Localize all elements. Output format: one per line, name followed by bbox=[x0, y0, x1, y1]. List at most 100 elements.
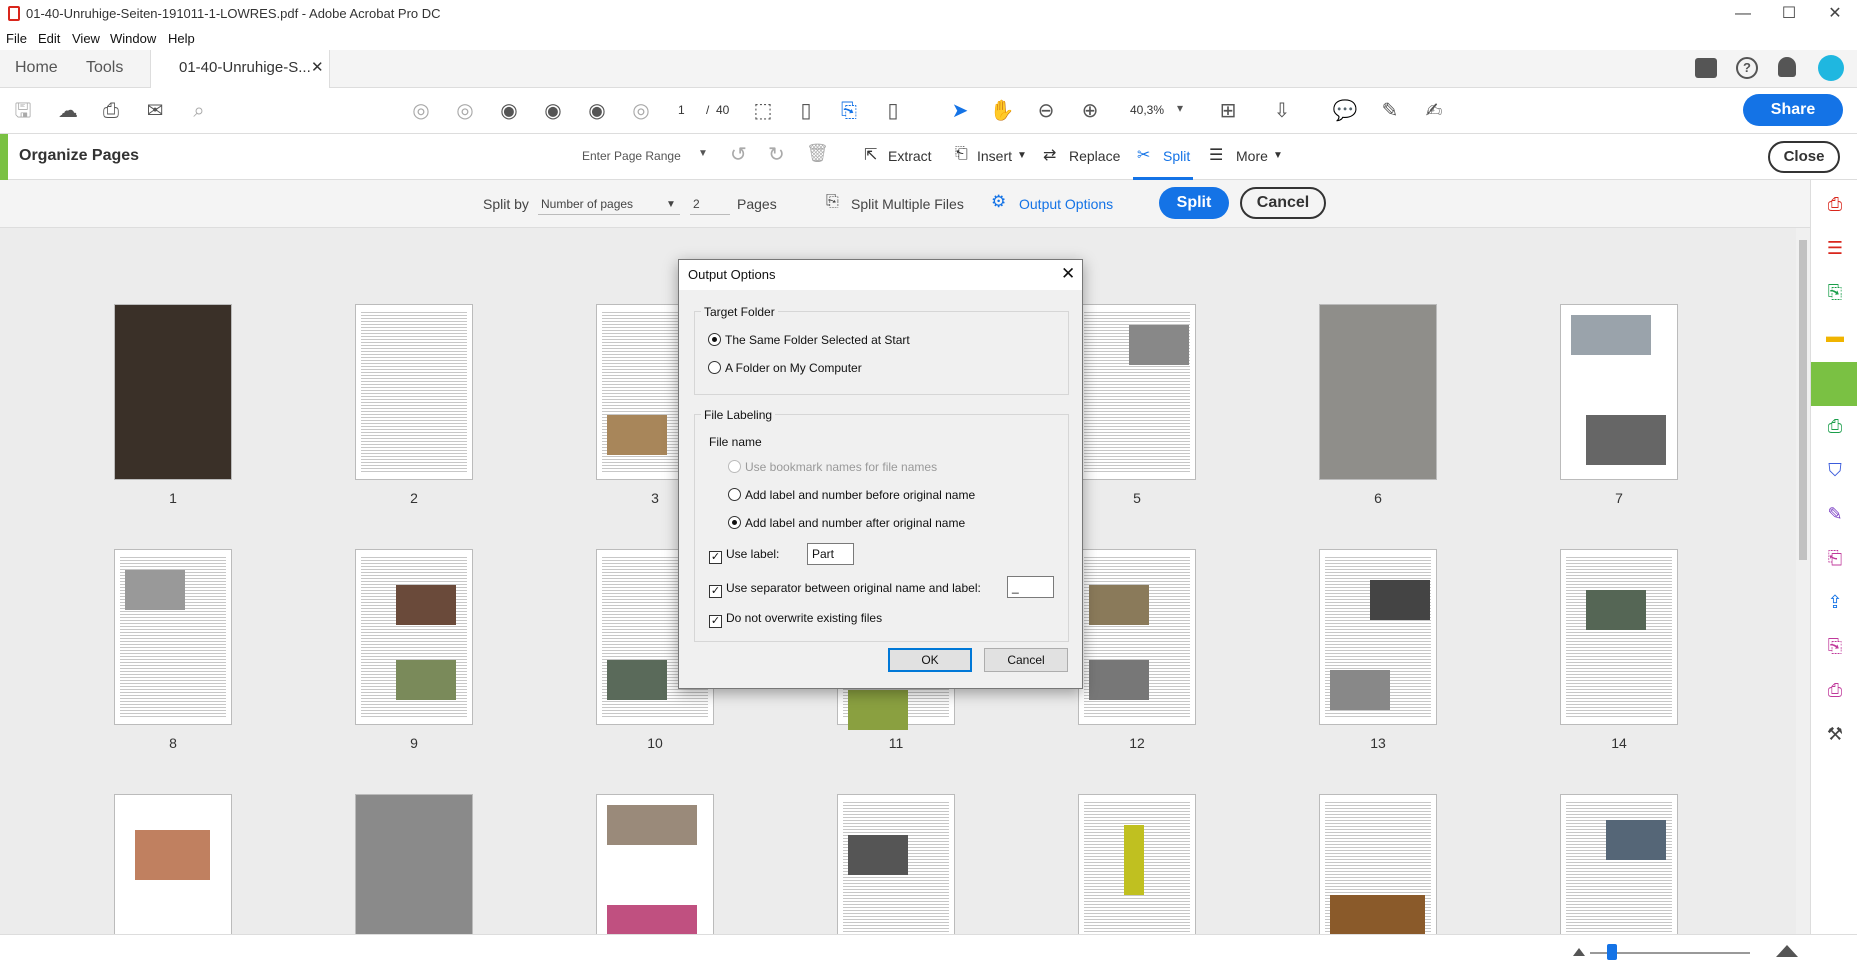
zoom-level[interactable]: 40,3% bbox=[1130, 103, 1164, 117]
marquee-zoom-icon[interactable]: ⬚ bbox=[750, 98, 776, 124]
close-tab-icon[interactable]: ✕ bbox=[311, 58, 324, 76]
current-page-field[interactable]: 1 bbox=[678, 103, 685, 117]
close-window-button[interactable]: ✕ bbox=[1812, 2, 1857, 26]
vertical-scrollbar[interactable] bbox=[1796, 228, 1810, 934]
radio-label-before[interactable]: Add label and number before original nam… bbox=[728, 488, 975, 502]
page-thumbnail[interactable] bbox=[1319, 549, 1437, 725]
zoom-out-icon[interactable]: ⊖ bbox=[1033, 98, 1059, 124]
share-sidebar-icon[interactable]: ⇪ bbox=[1823, 590, 1847, 614]
page-thumbnail[interactable] bbox=[837, 794, 955, 934]
protect-icon[interactable]: ⛉ bbox=[1823, 458, 1847, 482]
zoom-in-icon[interactable]: ⊕ bbox=[1077, 98, 1103, 124]
scrollbar-thumb[interactable] bbox=[1799, 240, 1807, 560]
radio-bookmark-names[interactable]: Use bookmark names for file names bbox=[728, 460, 937, 474]
menu-view[interactable]: View bbox=[72, 31, 100, 46]
next-page-icon[interactable]: ◉ bbox=[496, 98, 522, 124]
small-thumbnail-icon[interactable] bbox=[1573, 948, 1585, 956]
ok-button[interactable]: OK bbox=[888, 648, 972, 672]
compare-icon[interactable]: ⎘ bbox=[1823, 634, 1847, 658]
save-icon[interactable]: 🖫 bbox=[10, 98, 36, 124]
radio-same-folder[interactable]: The Same Folder Selected at Start bbox=[708, 333, 910, 347]
label-input[interactable]: Part bbox=[807, 543, 854, 565]
combine-files-icon[interactable]: ☰ bbox=[1823, 236, 1847, 260]
fill-sign-icon[interactable]: ✍ bbox=[1421, 98, 1447, 124]
email-icon[interactable]: ✉ bbox=[142, 98, 168, 124]
page-thumbnail[interactable] bbox=[114, 304, 232, 480]
organize-pages-active-icon[interactable] bbox=[1811, 362, 1857, 406]
use-label-checkbox[interactable]: ✓ Use label: bbox=[709, 547, 779, 564]
page-thumbnail[interactable] bbox=[1560, 794, 1678, 934]
page-thumbnail[interactable] bbox=[1560, 304, 1678, 480]
page-thumbnail[interactable] bbox=[355, 549, 473, 725]
menu-file[interactable]: File bbox=[6, 31, 27, 46]
select-cursor-icon[interactable]: ➤ bbox=[947, 98, 973, 124]
extract-button[interactable]: Extract bbox=[888, 148, 932, 164]
menu-help[interactable]: Help bbox=[168, 31, 195, 46]
split-button[interactable]: Split bbox=[1159, 187, 1229, 219]
more-button[interactable]: More bbox=[1236, 148, 1268, 164]
page-range-input[interactable]: Enter Page Range bbox=[582, 149, 681, 163]
tab-home[interactable]: Home bbox=[15, 59, 58, 77]
back-view-icon[interactable]: ◉ bbox=[584, 98, 610, 124]
avatar[interactable] bbox=[1818, 55, 1844, 81]
page-thumbnail[interactable] bbox=[355, 304, 473, 480]
radio-folder-on-computer[interactable]: A Folder on My Computer bbox=[708, 361, 862, 375]
radio-label-after[interactable]: Add label and number after original name bbox=[728, 516, 965, 530]
create-pdf-icon[interactable]: ⎙ bbox=[1823, 192, 1847, 216]
minimize-button[interactable]: — bbox=[1720, 2, 1766, 26]
rotate-right-icon[interactable]: ↻ bbox=[768, 142, 785, 167]
scan-ocr-icon[interactable]: ⎙ bbox=[1823, 414, 1847, 438]
first-page-icon[interactable]: ◎ bbox=[408, 98, 434, 124]
cancel-split-button[interactable]: Cancel bbox=[1240, 187, 1326, 219]
page-thumbnail[interactable] bbox=[1560, 549, 1678, 725]
search-icon[interactable]: ⌕ bbox=[186, 98, 212, 124]
split-multiple-files-button[interactable]: Split Multiple Files bbox=[851, 196, 964, 212]
more-dropdown-icon[interactable]: ▼ bbox=[1273, 150, 1283, 161]
scrolling-mode-icon[interactable]: ⇩ bbox=[1269, 98, 1295, 124]
separator-input[interactable]: _ bbox=[1007, 576, 1054, 598]
menu-window[interactable]: Window bbox=[110, 31, 156, 46]
split-tool-button[interactable]: Split bbox=[1163, 148, 1190, 164]
close-organize-button[interactable]: Close bbox=[1768, 141, 1840, 173]
fit-page-icon[interactable]: ▯ bbox=[793, 98, 819, 124]
previous-page-icon[interactable]: ◎ bbox=[452, 98, 478, 124]
find-icon[interactable]: ⎘ bbox=[836, 98, 862, 124]
page-thumbnail[interactable] bbox=[355, 794, 473, 934]
page-thumbnail[interactable] bbox=[596, 794, 714, 934]
delete-icon[interactable]: 🗑 bbox=[806, 143, 829, 164]
page-thumbnail[interactable] bbox=[1078, 794, 1196, 934]
tab-tools[interactable]: Tools bbox=[86, 59, 123, 77]
zoom-dropdown-icon[interactable]: ▾ bbox=[1177, 101, 1183, 115]
request-signature-icon[interactable]: ⎙ bbox=[1823, 678, 1847, 702]
no-overwrite-checkbox[interactable]: ✓ Do not overwrite existing files bbox=[709, 611, 882, 628]
rotate-left-icon[interactable]: ↺ bbox=[730, 142, 747, 167]
help-icon[interactable]: ? bbox=[1736, 57, 1758, 79]
use-separator-checkbox[interactable]: ✓ Use separator between original name and… bbox=[709, 581, 981, 598]
thumbnail-size-slider[interactable] bbox=[1607, 944, 1617, 960]
split-by-select[interactable]: Number of pages bbox=[541, 197, 633, 211]
page-display-icon[interactable]: ⊞ bbox=[1215, 98, 1241, 124]
highlight-pen-icon[interactable]: ✎ bbox=[1377, 98, 1403, 124]
maximize-button[interactable]: ☐ bbox=[1766, 2, 1812, 26]
export-pdf-icon[interactable]: ⎘ bbox=[1823, 280, 1847, 304]
print-icon[interactable]: ⎙ bbox=[98, 98, 124, 124]
page-thumbnail[interactable] bbox=[1319, 794, 1437, 934]
more-tools-icon[interactable]: ⚒ bbox=[1823, 722, 1847, 746]
output-options-button[interactable]: Output Options bbox=[1019, 196, 1113, 212]
insert-dropdown-icon[interactable]: ▼ bbox=[1017, 150, 1027, 161]
scroll-mode-icon[interactable]: ▯ bbox=[880, 98, 906, 124]
pages-count-input[interactable]: 2 bbox=[693, 197, 700, 211]
hand-tool-icon[interactable]: ✋ bbox=[989, 98, 1015, 124]
bell-icon[interactable] bbox=[1778, 57, 1796, 77]
insert-button[interactable]: Insert bbox=[977, 148, 1012, 164]
comment-tool-icon[interactable]: 💬 bbox=[1332, 98, 1358, 124]
dialog-close-icon[interactable]: ✕ bbox=[1061, 264, 1075, 284]
dialog-cancel-button[interactable]: Cancel bbox=[984, 648, 1068, 672]
chevron-down-icon[interactable]: ▼ bbox=[698, 148, 708, 159]
replace-button[interactable]: Replace bbox=[1069, 148, 1120, 164]
tab-document[interactable]: 01-40-Unruhige-S... ✕ bbox=[150, 50, 330, 88]
page-thumbnail[interactable] bbox=[1319, 304, 1437, 480]
comment-sidebar-icon[interactable]: ▬ bbox=[1823, 324, 1847, 348]
large-thumbnail-icon[interactable] bbox=[1776, 945, 1798, 957]
fill-sign-sidebar-icon[interactable]: ✎ bbox=[1823, 502, 1847, 526]
